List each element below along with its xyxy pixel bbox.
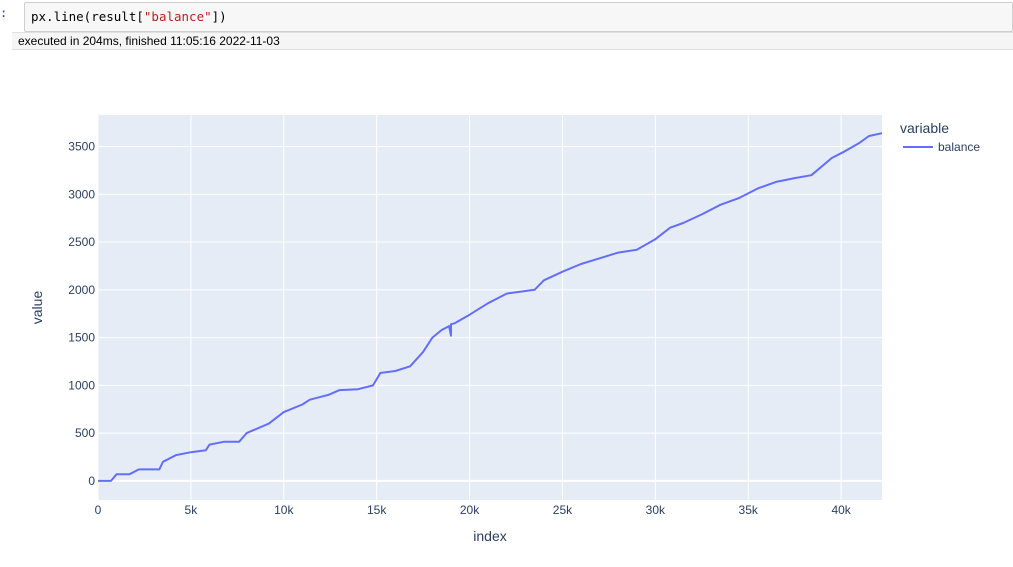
x-tick-label: 10k xyxy=(274,503,294,517)
y-tick-label: 0 xyxy=(88,474,95,488)
x-tick-label: 35k xyxy=(739,503,759,517)
y-tick-label: 1000 xyxy=(68,378,95,392)
x-tick-label: 40k xyxy=(831,503,851,517)
x-tick-labels: 0 5k 10k 15k 20k 25k 30k 35k 40k xyxy=(95,503,852,517)
x-axis-title: index xyxy=(473,528,506,544)
y-axis-title: value xyxy=(29,291,45,325)
x-tick-label: 15k xyxy=(367,503,387,517)
legend-title: variable xyxy=(900,120,949,136)
x-tick-label: 0 xyxy=(95,503,102,517)
x-tick-label: 30k xyxy=(646,503,666,517)
y-tick-labels: 0 500 1000 1500 2000 2500 3000 3500 xyxy=(68,140,95,488)
plotly-line-chart[interactable]: 0 5k 10k 15k 20k 25k 30k 35k 40k 0 500 1000 1500 200… xyxy=(0,0,1013,567)
y-tick-label: 2500 xyxy=(68,235,95,249)
y-tick-label: 2000 xyxy=(68,283,95,297)
x-tick-label: 5k xyxy=(185,503,199,517)
y-tick-label: 1500 xyxy=(68,331,95,345)
y-tick-label: 3000 xyxy=(68,187,95,201)
legend-item-balance[interactable]: balance xyxy=(938,140,980,154)
y-tick-label: 500 xyxy=(75,426,95,440)
y-tick-label: 3500 xyxy=(68,140,95,154)
x-tick-label: 20k xyxy=(460,503,480,517)
plot-area[interactable] xyxy=(98,115,882,500)
x-tick-label: 25k xyxy=(553,503,573,517)
